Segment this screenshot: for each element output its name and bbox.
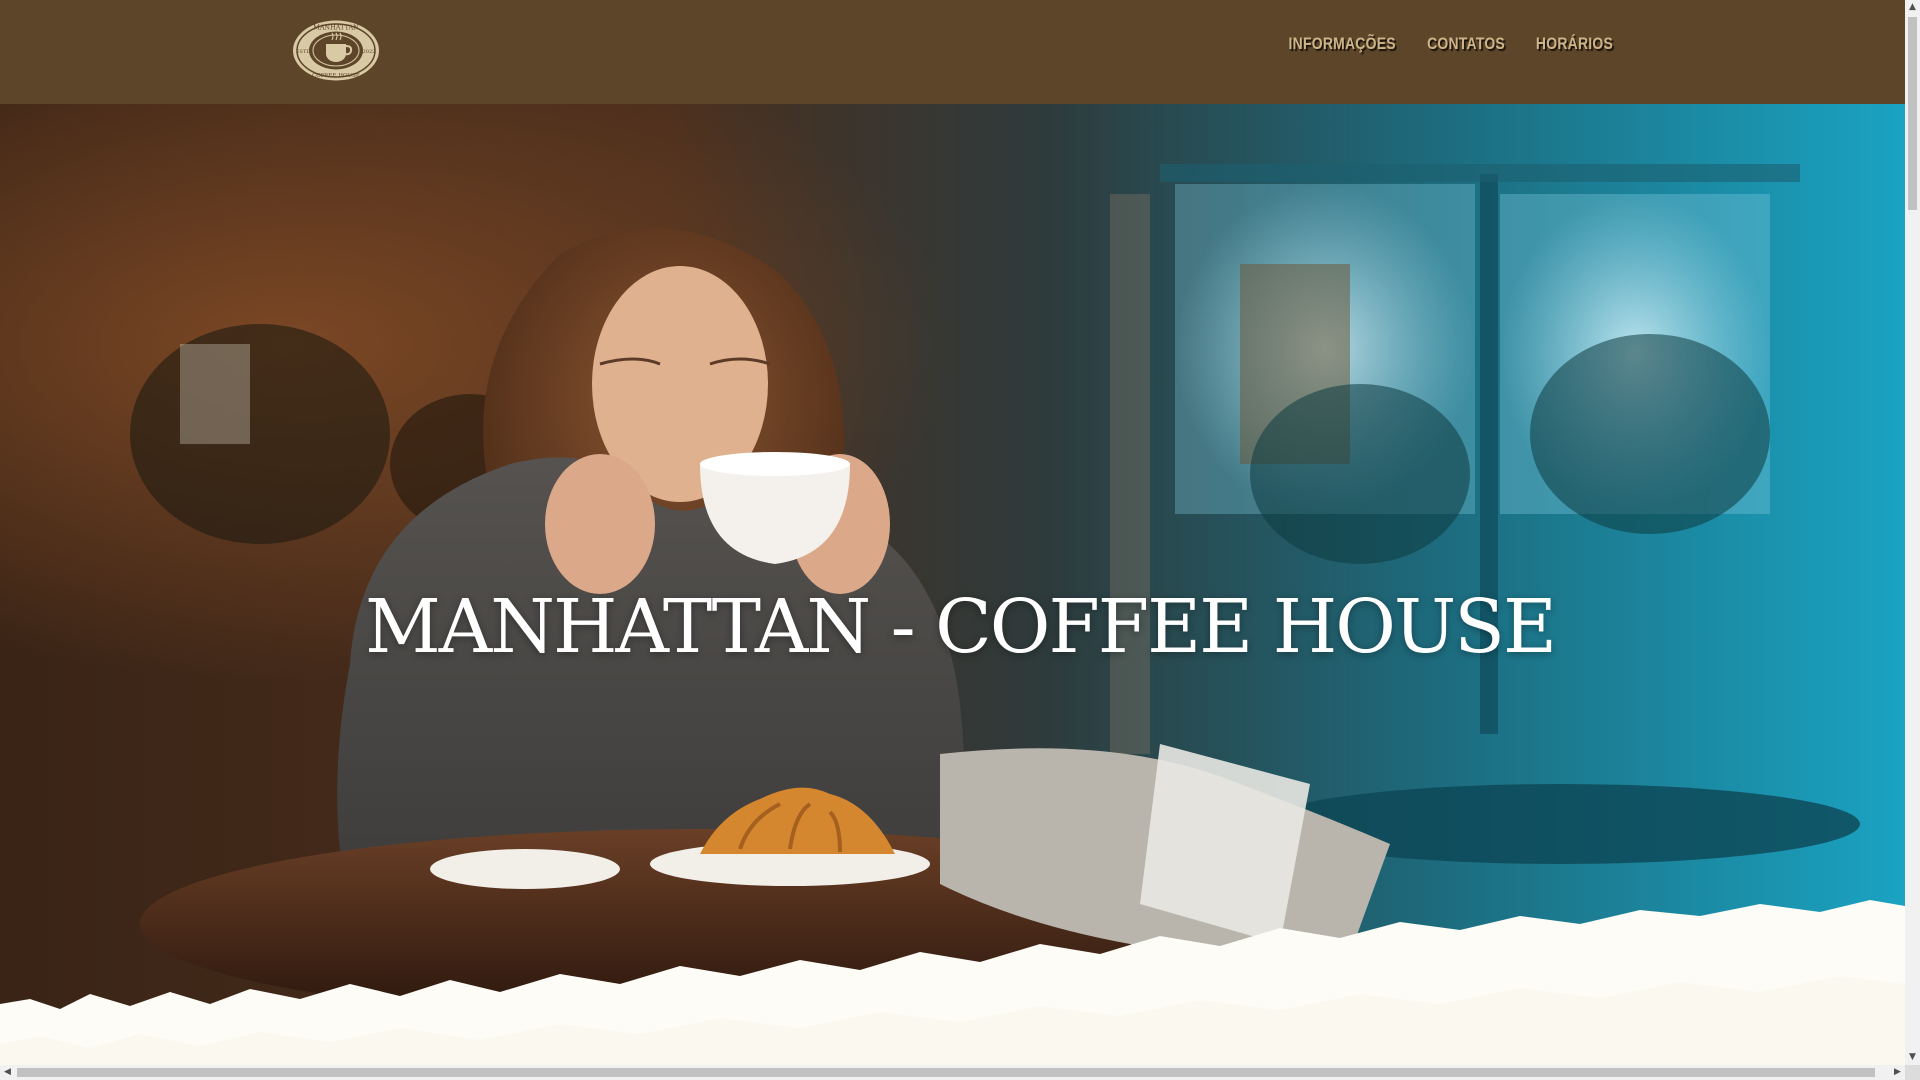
hero-title: MANHATTAN - COFFEE HOUSE	[365, 584, 1557, 670]
vertical-scrollbar[interactable]: ▲ ▼	[1905, 0, 1920, 1065]
scroll-up-icon[interactable]: ▲	[1905, 0, 1920, 15]
scroll-left-icon[interactable]: ◀	[0, 1065, 15, 1080]
scroll-right-icon[interactable]: ▶	[1890, 1065, 1905, 1080]
main-nav: INFORMAÇÕES CONTATOS HORÁRIOS	[1265, 34, 1613, 54]
nav-contatos-link[interactable]: CONTATOS	[1427, 34, 1505, 54]
hero-section: MANHATTAN - COFFEE HOUSE	[0, 104, 1905, 1065]
logo-bottom-text: COFFEE HOUSE	[312, 73, 360, 79]
scrollbar-corner	[1905, 1065, 1920, 1080]
nav-informacoes-link[interactable]: INFORMAÇÕES	[1289, 34, 1396, 54]
horizontal-scrollbar[interactable]: ◀ ▶	[0, 1065, 1905, 1080]
vertical-scroll-thumb[interactable]	[1908, 17, 1917, 210]
logo[interactable]: MANHATTAN COFFEE HOUSE ESTD 2022	[292, 20, 380, 81]
logo-right-text: 2022	[363, 49, 376, 55]
horizontal-scroll-thumb[interactable]	[17, 1068, 1875, 1077]
logo-left-text: ESTD	[296, 49, 310, 55]
site-header: MANHATTAN COFFEE HOUSE ESTD 2022 INFORMA…	[0, 0, 1905, 104]
page: MANHATTAN COFFEE HOUSE ESTD 2022 INFORMA…	[0, 0, 1905, 1065]
scroll-down-icon[interactable]: ▼	[1905, 1050, 1920, 1065]
nav-horarios-link[interactable]: HORÁRIOS	[1536, 34, 1613, 54]
logo-top-text: MANHATTAN	[313, 24, 359, 32]
